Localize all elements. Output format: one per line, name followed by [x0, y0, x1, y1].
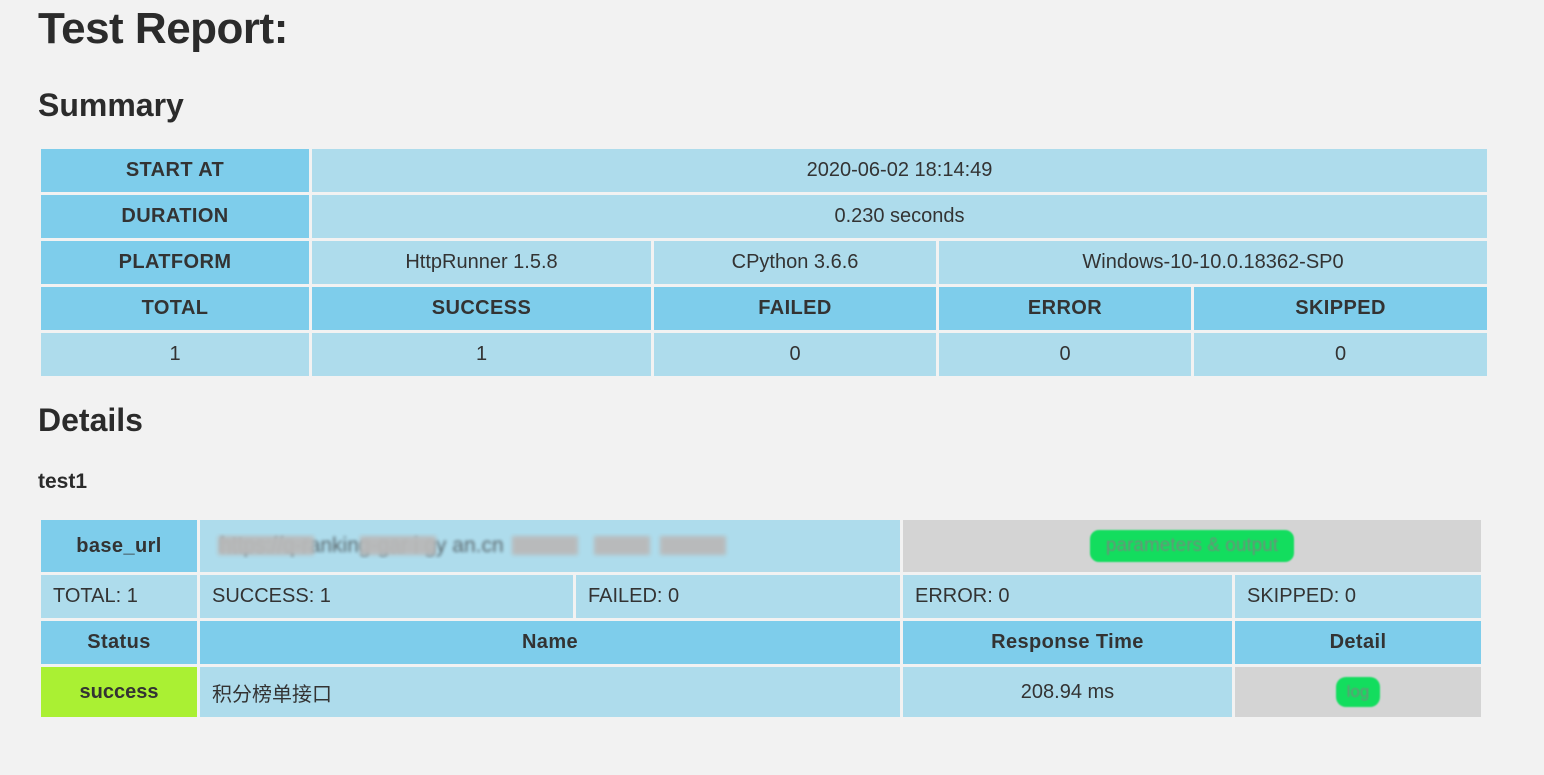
details-table: base_url https://q-ranking-gar i gy an.c…: [38, 517, 1484, 720]
detail-count-failed: FAILED: 0: [576, 575, 900, 618]
parameters-output-cell: parameters & output: [903, 520, 1481, 572]
redaction-mask: [218, 536, 314, 555]
table-row: TOTAL SUCCESS FAILED ERROR SKIPPED: [41, 287, 1488, 330]
summary-label-start-at: START AT: [41, 149, 309, 192]
test-report-page: Test Report: Summary START AT 2020-06-02…: [0, 0, 1544, 775]
summary-label-platform: PLATFORM: [41, 241, 309, 284]
summary-value-skipped: 0: [1194, 333, 1488, 376]
table-row: 1 1 0 0 0: [41, 333, 1488, 376]
parameters-output-button[interactable]: parameters & output: [1089, 530, 1295, 562]
base-url-label: base_url: [41, 520, 197, 572]
column-header-name: Name: [200, 621, 900, 664]
redaction-mask: [512, 536, 578, 555]
table-row: success 积分榜单接口 208.94 ms log: [41, 667, 1481, 717]
column-header-response-time: Response Time: [903, 621, 1232, 664]
page-title: Test Report:: [38, 4, 288, 53]
table-row: START AT 2020-06-02 18:14:49: [41, 149, 1488, 192]
column-header-status: Status: [41, 621, 197, 664]
summary-value-duration: 0.230 seconds: [312, 195, 1488, 238]
summary-label-duration: DURATION: [41, 195, 309, 238]
detail-count-success: SUCCESS: 1: [200, 575, 573, 618]
summary-header-total: TOTAL: [41, 287, 309, 330]
summary-table: START AT 2020-06-02 18:14:49 DURATION 0.…: [38, 146, 1490, 379]
summary-value-success: 1: [312, 333, 651, 376]
summary-value-failed: 0: [654, 333, 936, 376]
base-url-value: https://q-ranking-gar i gy an.cn: [200, 520, 900, 572]
summary-value-os: Windows-10-10.0.18362-SP0: [939, 241, 1488, 284]
log-button[interactable]: log: [1335, 677, 1381, 707]
redacted-url: https://q-ranking-gar i gy an.cn: [212, 533, 894, 559]
table-row: Status Name Response Time Detail: [41, 621, 1481, 664]
redaction-mask: [360, 536, 436, 555]
summary-value-error: 0: [939, 333, 1191, 376]
detail-count-error: ERROR: 0: [903, 575, 1232, 618]
column-header-detail: Detail: [1235, 621, 1481, 664]
redaction-mask: [594, 536, 650, 555]
detail-log-cell: log: [1235, 667, 1481, 717]
testcase-name: test1: [38, 470, 88, 493]
summary-header-skipped: SKIPPED: [1194, 287, 1488, 330]
detail-count-skipped: SKIPPED: 0: [1235, 575, 1481, 618]
status-badge: success: [41, 667, 197, 717]
table-row: DURATION 0.230 seconds: [41, 195, 1488, 238]
table-row: TOTAL: 1 SUCCESS: 1 FAILED: 0 ERROR: 0 S…: [41, 575, 1481, 618]
response-time-value: 208.94 ms: [903, 667, 1232, 717]
summary-heading: Summary: [38, 87, 184, 123]
summary-header-success: SUCCESS: [312, 287, 651, 330]
summary-value-start-at: 2020-06-02 18:14:49: [312, 149, 1488, 192]
table-row: PLATFORM HttpRunner 1.5.8 CPython 3.6.6 …: [41, 241, 1488, 284]
summary-value-runner: HttpRunner 1.5.8: [312, 241, 651, 284]
testcase-request-name: 积分榜单接口: [200, 667, 900, 717]
summary-value-python: CPython 3.6.6: [654, 241, 936, 284]
table-row: base_url https://q-ranking-gar i gy an.c…: [41, 520, 1481, 572]
detail-count-total: TOTAL: 1: [41, 575, 197, 618]
details-heading: Details: [38, 402, 143, 438]
redaction-mask: [660, 536, 726, 555]
summary-value-total: 1: [41, 333, 309, 376]
summary-header-error: ERROR: [939, 287, 1191, 330]
summary-header-failed: FAILED: [654, 287, 936, 330]
